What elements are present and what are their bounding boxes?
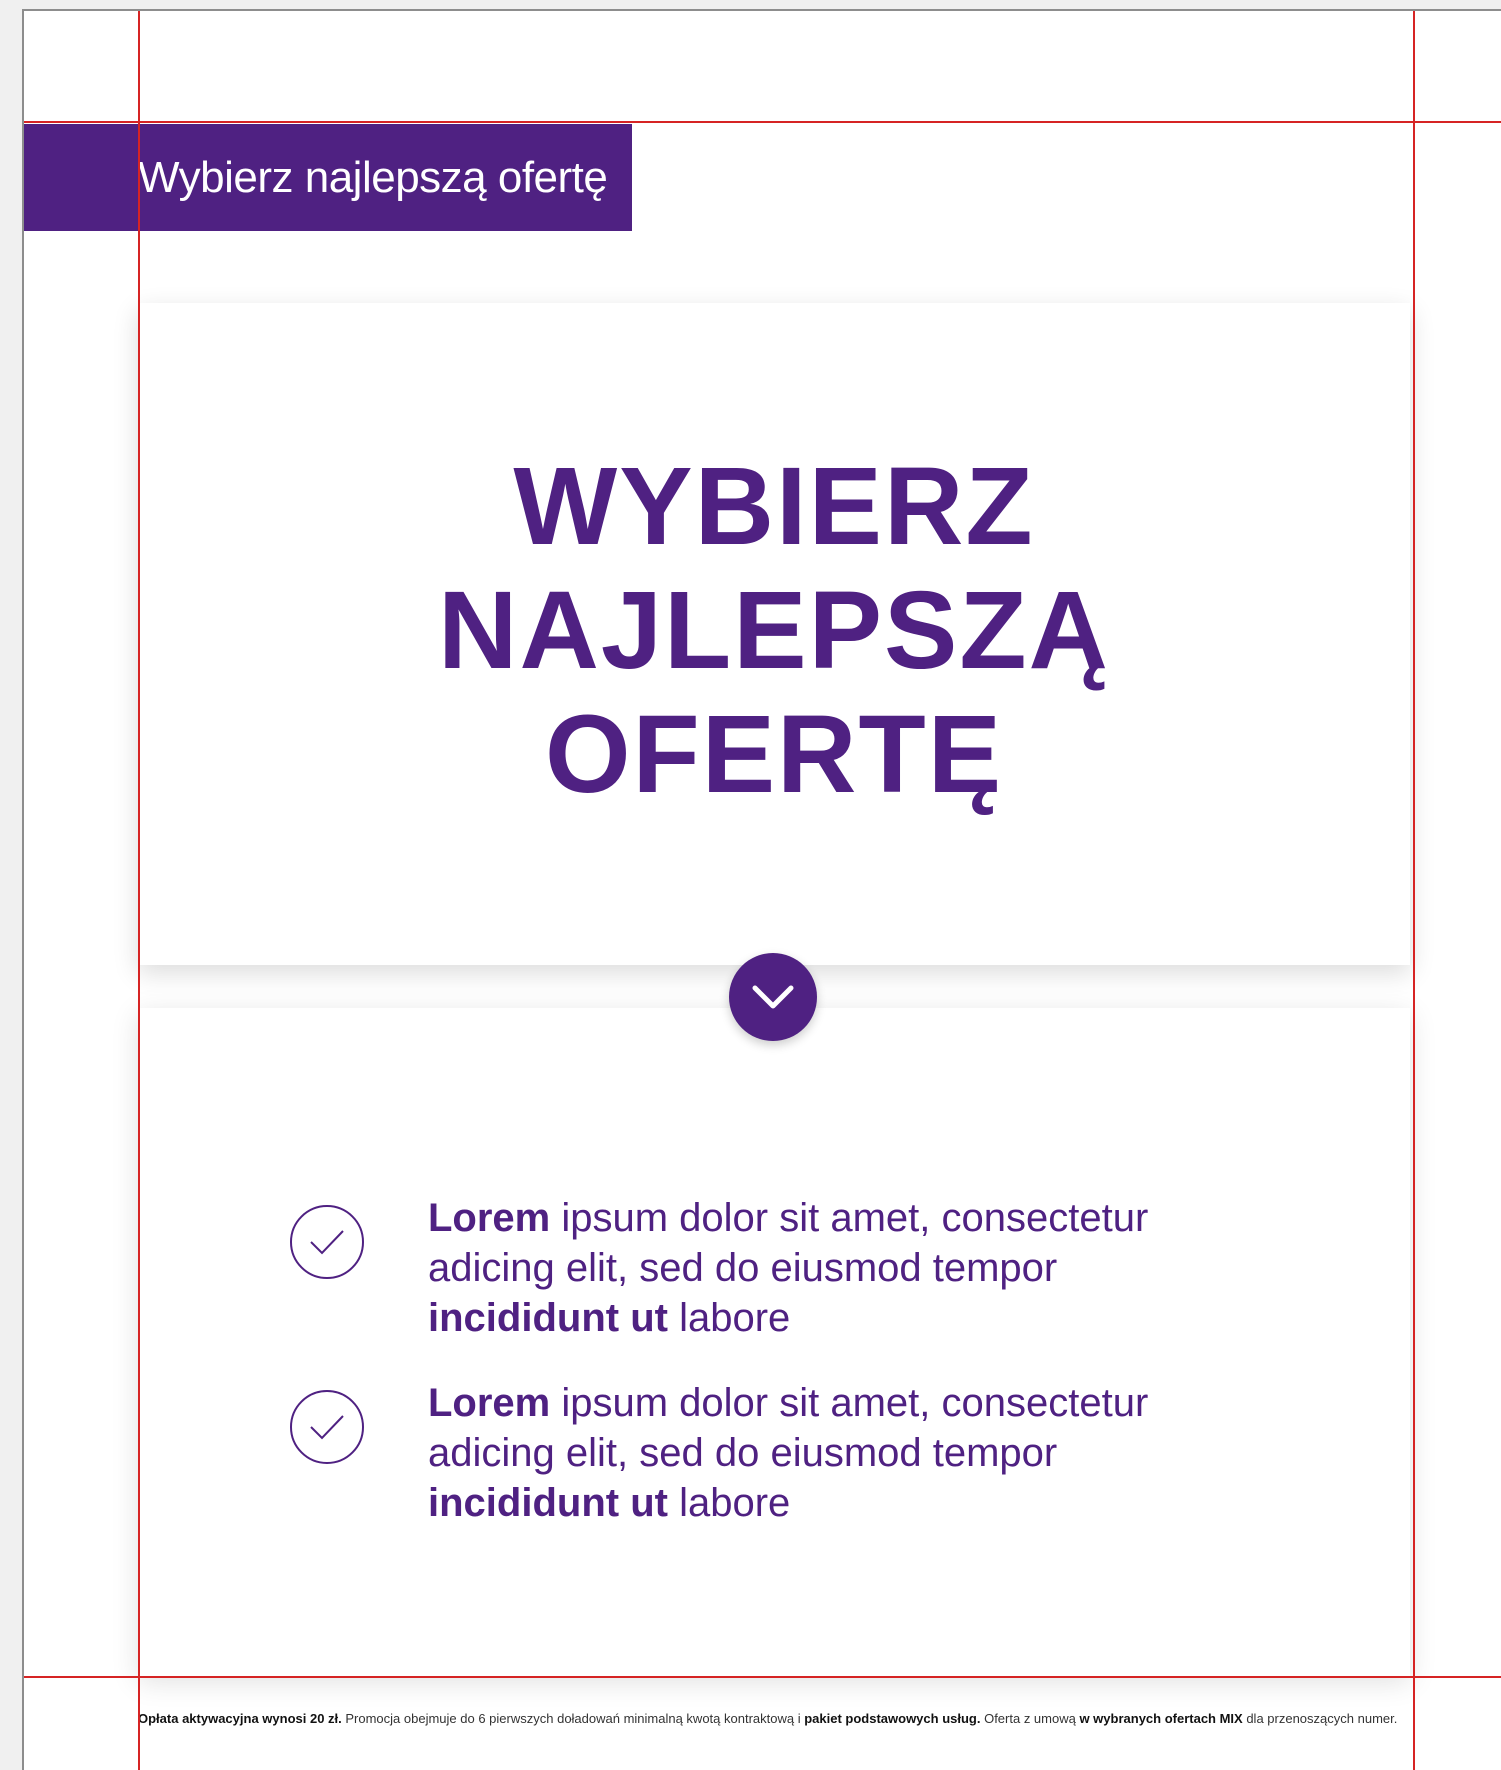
check-icon xyxy=(290,1205,364,1279)
section-tab-label: Wybierz najlepszą ofertę xyxy=(138,153,608,202)
feature-text: Lorem ipsum dolor sit amet, consectetur … xyxy=(428,1196,1149,1340)
section-tab: Wybierz najlepszą ofertę xyxy=(24,124,632,231)
guide-line-right xyxy=(1413,11,1415,1770)
scroll-down-button[interactable] xyxy=(729,953,817,1041)
legal-footnote: Opłata aktywacyjna wynosi 20 zł. Promocj… xyxy=(138,1711,1398,1726)
chevron-down-icon xyxy=(752,985,794,1009)
guide-line-top xyxy=(24,121,1501,123)
check-icon xyxy=(290,1390,364,1464)
guide-line-left xyxy=(138,11,140,1770)
hero-title: WYBIERZ NAJLEPSZĄ OFERTĘ xyxy=(438,445,1110,816)
guide-line-bottom xyxy=(24,1676,1501,1678)
artboard: Wybierz najlepszą ofertę WYBIERZ NAJLEPS… xyxy=(22,9,1501,1770)
hero-card: WYBIERZ NAJLEPSZĄ OFERTĘ xyxy=(138,303,1410,965)
features-card: Lorem ipsum dolor sit amet, consectetur … xyxy=(138,1008,1410,1676)
feature-text: Lorem ipsum dolor sit amet, consectetur … xyxy=(428,1381,1149,1525)
